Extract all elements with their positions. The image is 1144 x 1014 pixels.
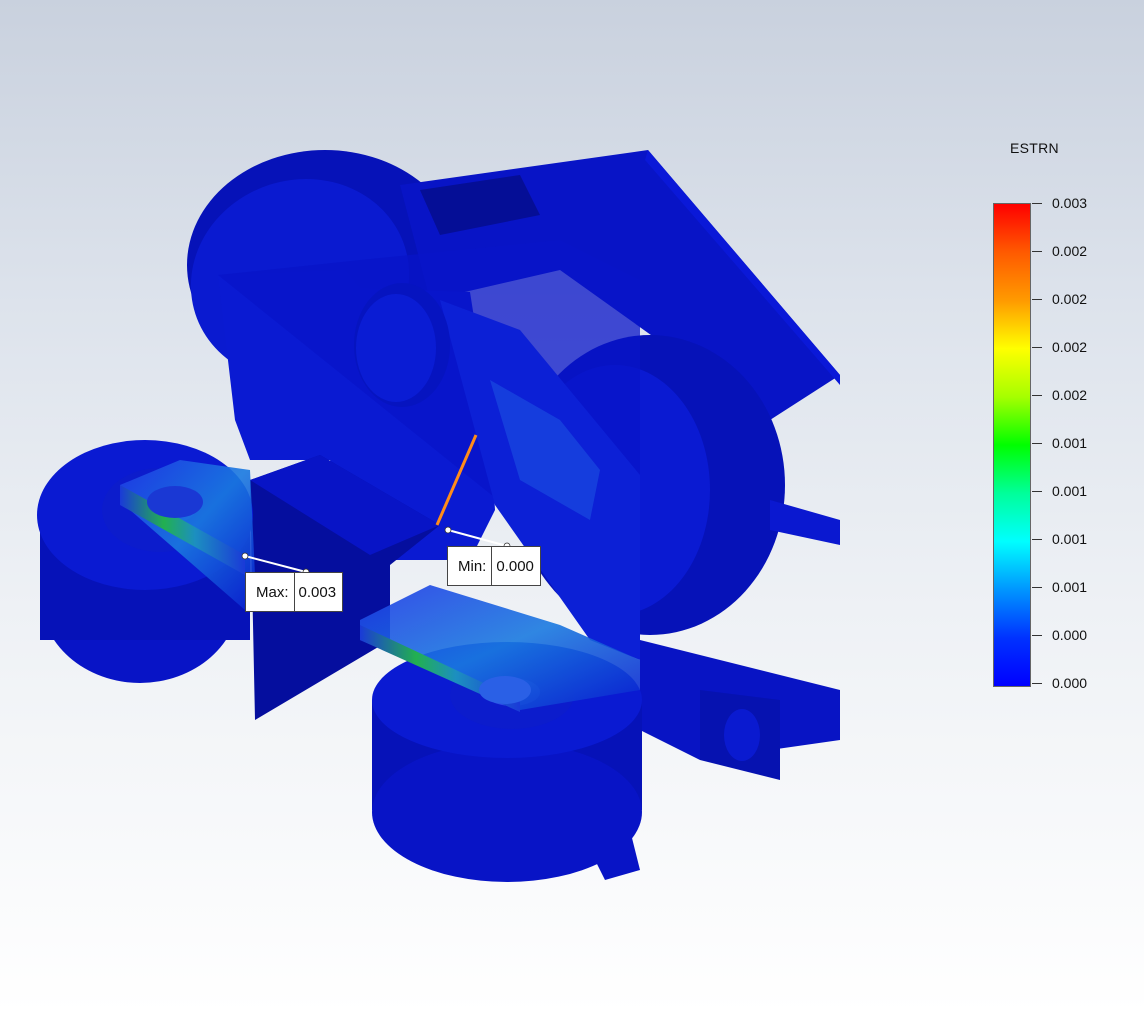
legend-tick-label: 0.001 (1052, 483, 1088, 499)
legend-tick-label: 0.000 (1052, 675, 1088, 691)
legend-tick-label: 0.001 (1052, 579, 1088, 595)
legend-tick-mark (1032, 539, 1042, 540)
legend-tick-mark (1032, 299, 1042, 300)
max-probe-caption: Max: (246, 573, 295, 611)
min-probe-label[interactable]: Min: 0.000 (447, 546, 541, 586)
legend-tick-label: 0.002 (1052, 243, 1088, 259)
legend-tick-mark (1032, 395, 1042, 396)
legend-tick-mark (1032, 587, 1042, 588)
legend-tick-label: 0.003 (1052, 195, 1088, 211)
fea-model (37, 150, 840, 882)
legend-tick-mark (1032, 491, 1042, 492)
legend-title: ESTRN (1010, 140, 1059, 156)
legend-colorbar (993, 203, 1031, 687)
legend-tick-mark (1032, 347, 1042, 348)
max-probe-label[interactable]: Max: 0.003 (245, 572, 344, 612)
legend-tick-label: 0.002 (1052, 387, 1088, 403)
legend-tick-mark (1032, 635, 1042, 636)
legend-tick-mark (1032, 443, 1042, 444)
legend-tick-label: 0.001 (1052, 435, 1088, 451)
max-probe-value: 0.003 (298, 583, 337, 601)
legend-tick-label: 0.002 (1052, 291, 1088, 307)
legend-tick-mark (1032, 203, 1042, 204)
legend-tick-mark (1032, 251, 1042, 252)
model-viewport[interactable] (0, 0, 1144, 1014)
min-probe-caption: Min: (448, 547, 493, 585)
legend-tick-label: 0.002 (1052, 339, 1088, 355)
legend-tick-label: 0.001 (1052, 531, 1088, 547)
legend-tick-mark (1032, 683, 1042, 684)
min-probe-value: 0.000 (496, 557, 534, 575)
legend-tick-label: 0.000 (1052, 627, 1088, 643)
